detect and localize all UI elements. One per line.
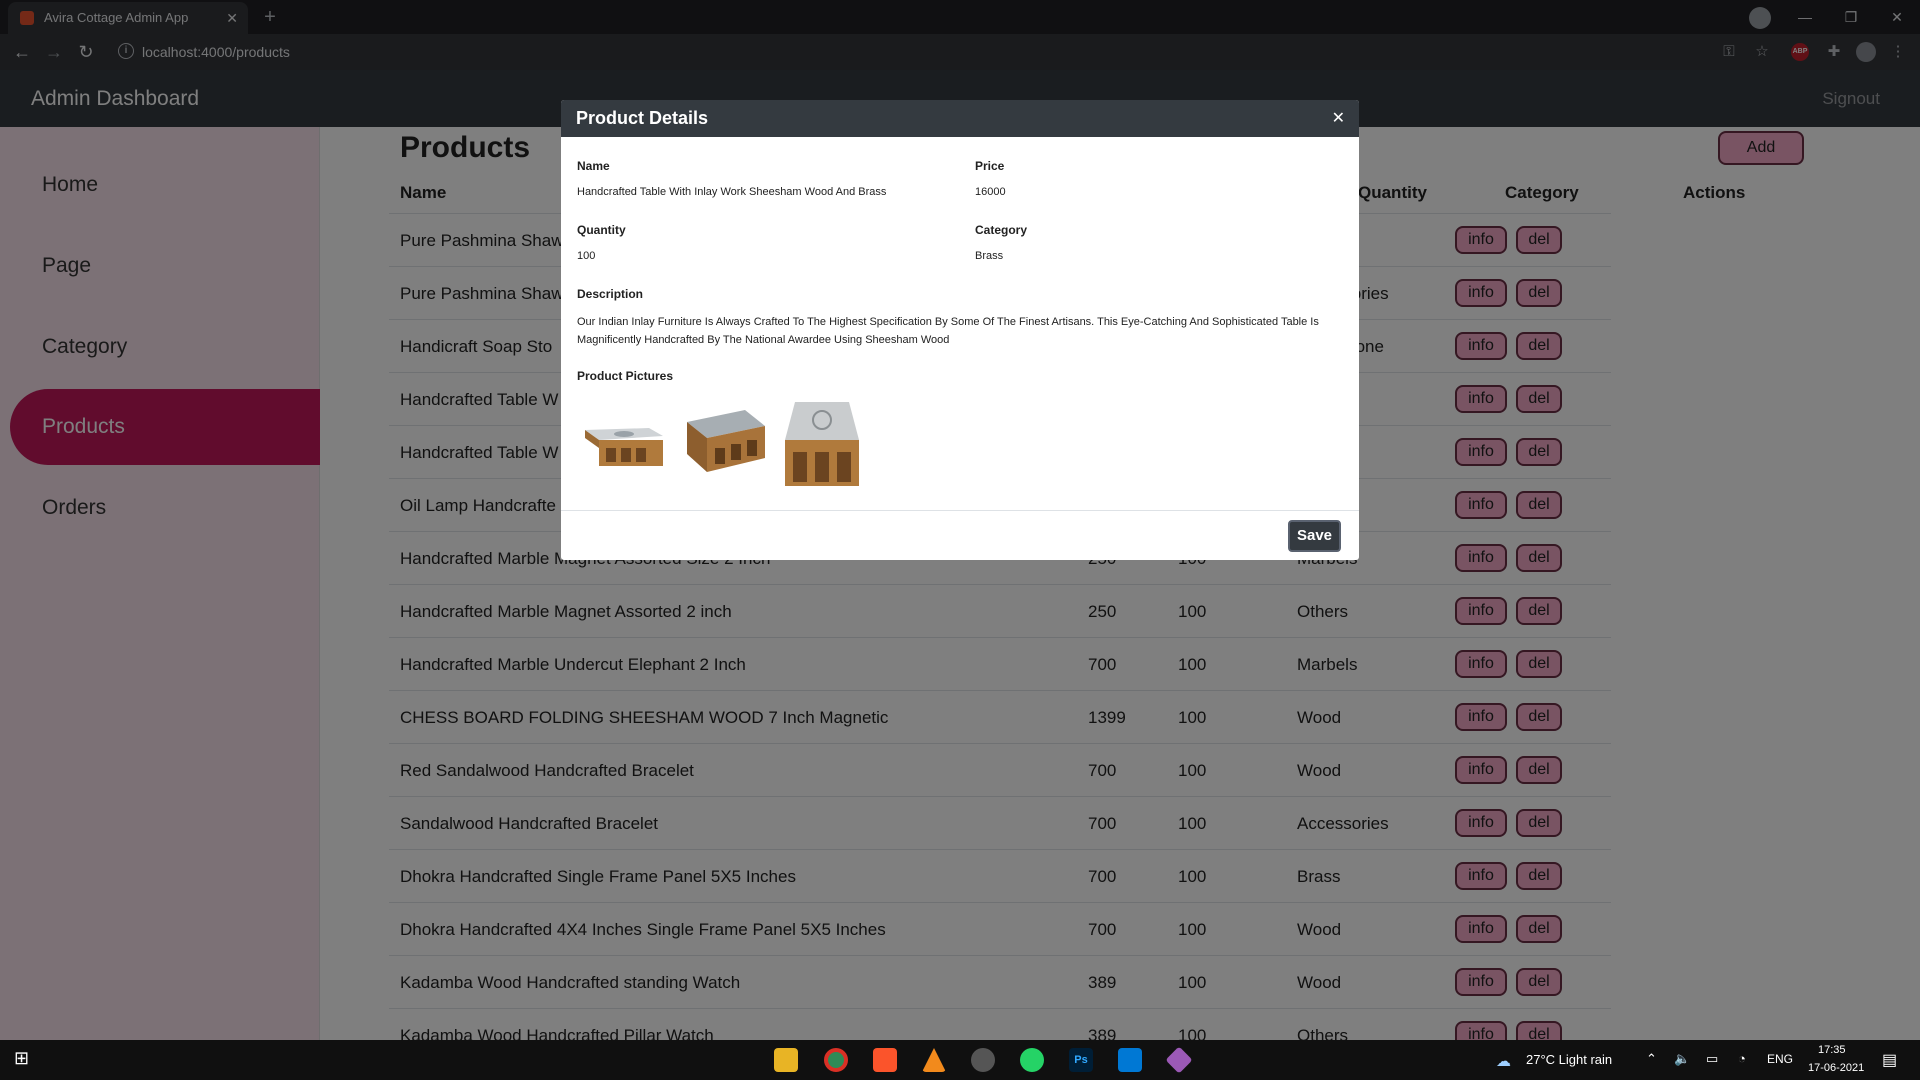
volume-icon[interactable]: 🔈 (1674, 1051, 1690, 1067)
vscode-icon[interactable] (1118, 1048, 1142, 1072)
weather-cloud-icon[interactable]: ☁ (1496, 1052, 1511, 1070)
vlc-icon[interactable] (922, 1048, 946, 1072)
weather-text[interactable]: 27°C Light rain (1526, 1052, 1612, 1067)
quantity-label: Quantity (577, 223, 626, 237)
media-player-icon[interactable] (971, 1048, 995, 1072)
description-label: Description (577, 287, 644, 301)
product-details-modal: Product Details ✕ Name Handcrafted Table… (561, 100, 1359, 560)
chrome-icon[interactable] (824, 1048, 848, 1072)
clock-time[interactable]: 17:35 (1818, 1044, 1846, 1056)
close-icon[interactable]: ✕ (1332, 100, 1345, 137)
product-pictures-label: Product Pictures (577, 369, 674, 383)
product-picture[interactable] (579, 396, 669, 492)
whatsapp-icon[interactable] (1020, 1048, 1044, 1072)
modal-header: Product Details ✕ (561, 100, 1359, 137)
windows-start-icon[interactable]: ⊞ (14, 1048, 29, 1069)
modal-title: Product Details (576, 108, 709, 128)
tray-chevron-icon[interactable]: ⌃ (1646, 1051, 1657, 1067)
quantity-value: 100 (577, 250, 596, 262)
modal-footer-divider (561, 510, 1359, 511)
clock-date[interactable]: 17-06-2021 (1808, 1062, 1864, 1074)
wifi-icon[interactable]: ◔ (1738, 1051, 1746, 1066)
price-label: Price (975, 159, 1005, 173)
photoshop-icon[interactable]: Ps (1069, 1048, 1093, 1072)
language-indicator[interactable]: ENG (1767, 1052, 1793, 1066)
price-value: 16000 (975, 186, 1006, 198)
save-button[interactable]: Save (1288, 520, 1341, 552)
battery-icon[interactable]: ▭ (1706, 1051, 1718, 1067)
product-picture[interactable] (777, 396, 867, 492)
product-picture[interactable] (679, 396, 769, 492)
description-value: Our Indian Inlay Furniture Is Always Cra… (577, 316, 1319, 346)
app-icon[interactable] (1165, 1046, 1193, 1074)
name-value: Handcrafted Table With Inlay Work Sheesh… (577, 186, 887, 198)
category-label: Category (975, 223, 1028, 237)
notifications-icon[interactable]: ▤ (1882, 1050, 1897, 1070)
category-value: Brass (975, 250, 1004, 262)
name-label: Name (577, 159, 610, 173)
file-explorer-icon[interactable] (774, 1048, 798, 1072)
taskbar: ⊞ Ps ☁ 27°C Light rain ⌃ 🔈 ▭ ◔ ENG 17:35… (0, 1040, 1920, 1080)
brave-icon[interactable] (873, 1048, 897, 1072)
